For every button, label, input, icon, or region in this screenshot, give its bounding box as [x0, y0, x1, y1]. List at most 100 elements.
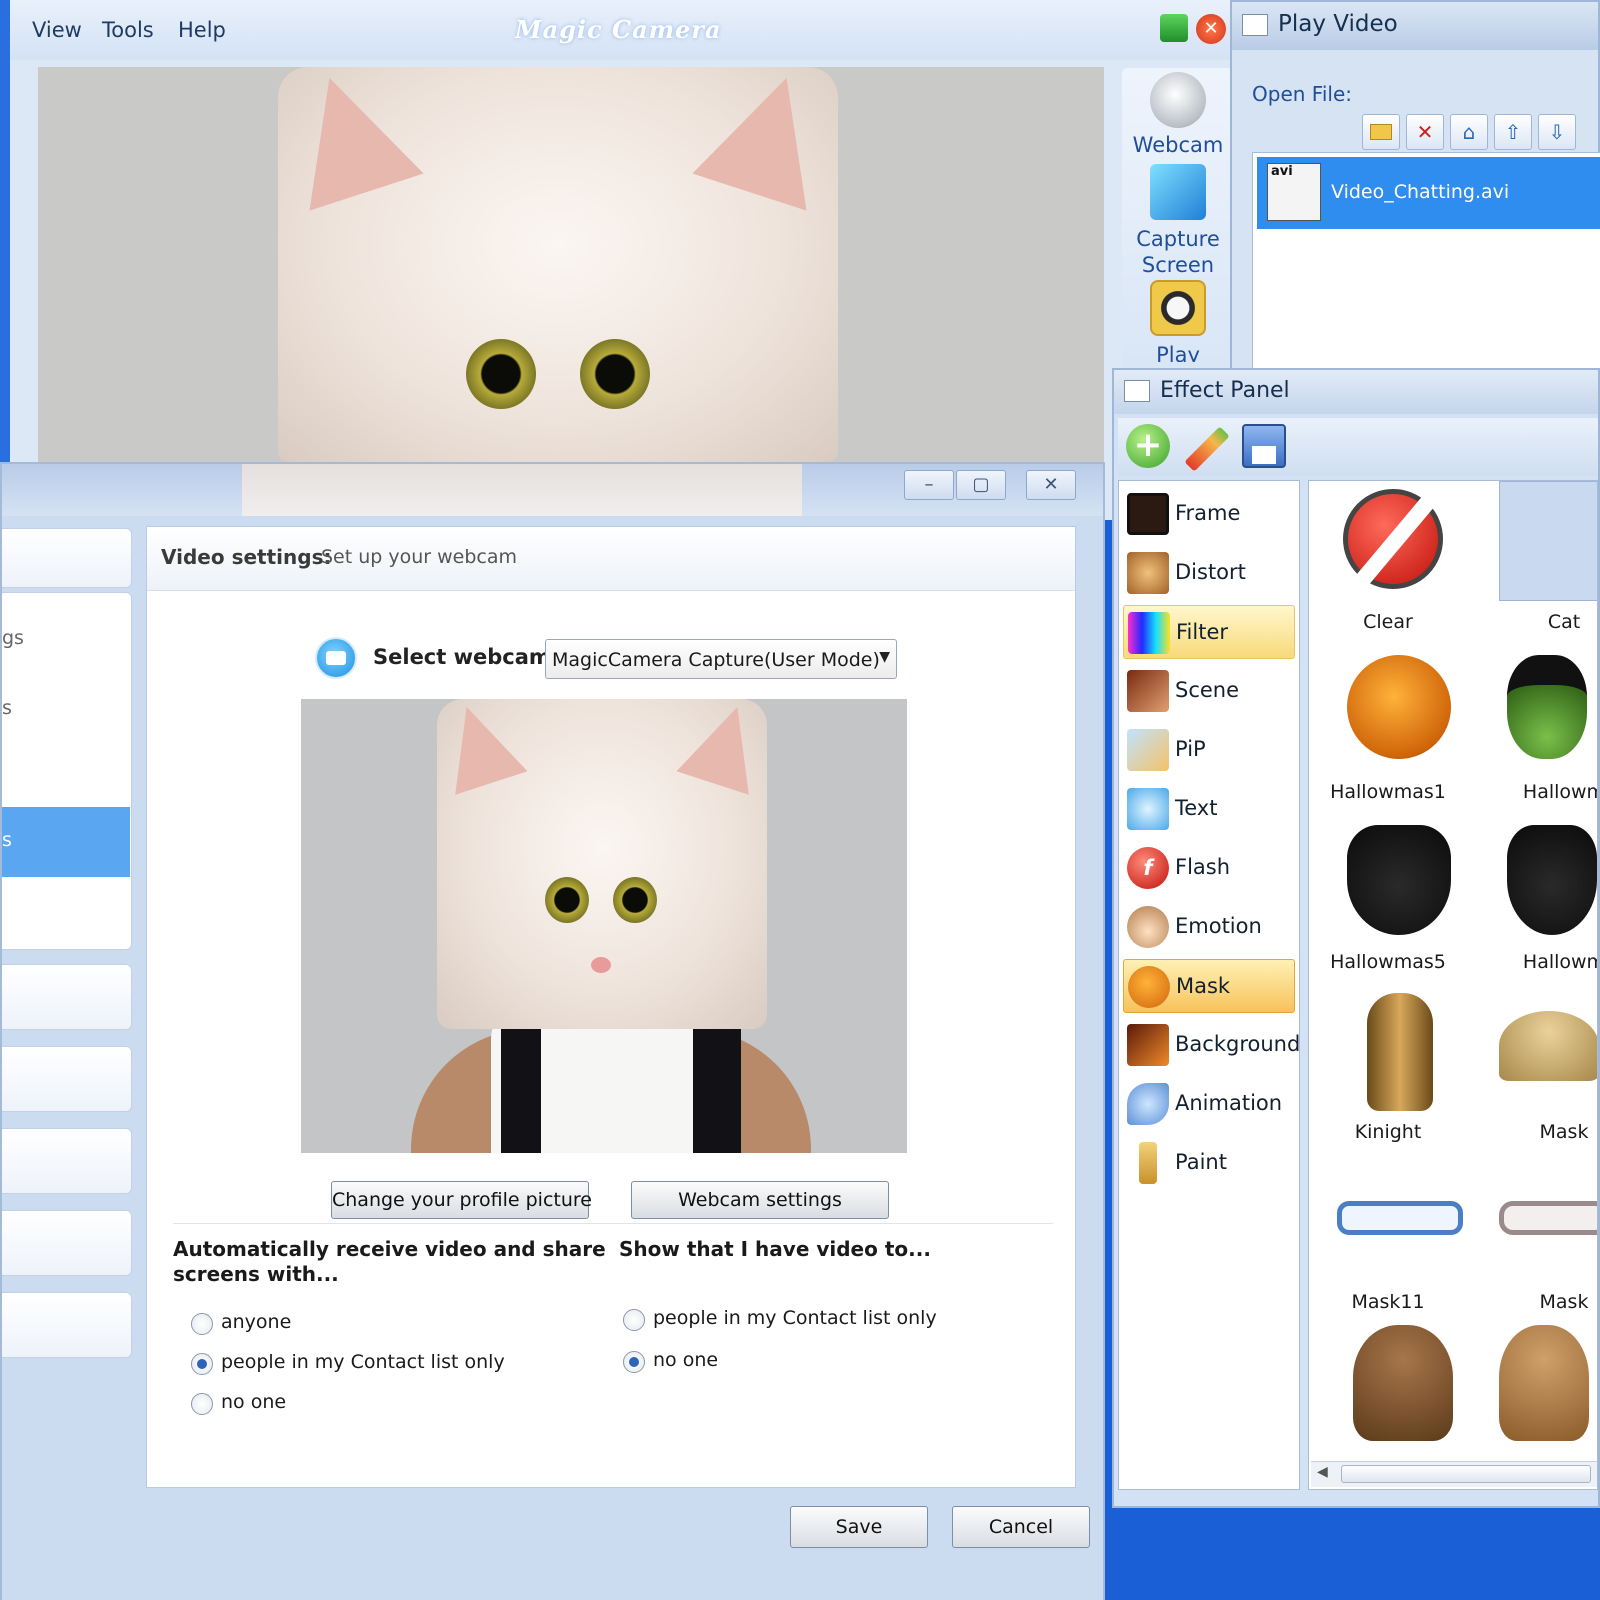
nav-block-3[interactable] — [2, 1128, 132, 1194]
tool-sidebar: Webcam Capture Screen Play — [1122, 68, 1234, 368]
radio-button[interactable] — [191, 1313, 213, 1335]
delete-icon[interactable]: ✕ — [1406, 114, 1444, 150]
maximize-button[interactable]: ▢ — [956, 470, 1006, 500]
effect-hallowmas2[interactable]: Hallowm — [1489, 651, 1597, 821]
cat-thumbnail — [1499, 481, 1597, 601]
black-cat-mask-icon — [1347, 825, 1451, 935]
magic-camera-titlebar: View Tools Help Magic Camera ✕ — [10, 0, 1245, 60]
nav-block-5[interactable] — [2, 1292, 132, 1358]
category-background[interactable]: Background — [1123, 1018, 1300, 1072]
save-disk-icon[interactable] — [1242, 424, 1286, 468]
menu-view[interactable]: View — [32, 18, 82, 42]
category-frame[interactable]: Frame — [1123, 487, 1295, 541]
play-tool-label[interactable]: Play — [1122, 342, 1234, 362]
cat-eye-left — [466, 339, 536, 409]
edit-pencil-icon[interactable] — [1184, 426, 1230, 472]
cancel-button[interactable]: Cancel — [952, 1506, 1090, 1548]
nav-block-1[interactable] — [2, 964, 132, 1030]
webcam-icon[interactable] — [1150, 72, 1206, 128]
avi-file-icon: avi — [1267, 163, 1321, 221]
effect-hallowmas6[interactable]: Hallowm — [1489, 821, 1597, 991]
save-icon[interactable]: ⌂ — [1450, 114, 1488, 150]
nav-block-2[interactable] — [2, 1046, 132, 1112]
effect-clear[interactable]: Clear — [1313, 481, 1463, 651]
close-icon[interactable]: ✕ — [1196, 14, 1226, 44]
webcam-select[interactable]: MagicCamera Capture(User Mode) ▼ — [545, 639, 897, 679]
witch-mask-icon — [1507, 655, 1587, 759]
webcam-preview — [301, 699, 907, 1153]
move-down-icon[interactable]: ⇩ — [1538, 114, 1576, 150]
pith-helmet-icon — [1499, 1011, 1597, 1081]
category-emotion[interactable]: Emotion — [1123, 900, 1295, 954]
scroll-left-icon[interactable]: ◀ — [1317, 1464, 1328, 1480]
move-up-icon[interactable]: ⇧ — [1494, 114, 1532, 150]
minimize-button[interactable]: – — [904, 470, 954, 500]
cat-mask-face — [272, 67, 844, 462]
category-paint[interactable]: Paint — [1123, 1136, 1295, 1190]
scrollbar-thumb[interactable] — [1341, 1465, 1591, 1483]
add-icon[interactable]: + — [1126, 424, 1170, 468]
change-profile-picture-button[interactable]: Change your profile picture — [331, 1181, 592, 1219]
film-reel-icon[interactable] — [1150, 280, 1206, 336]
effect-mask11[interactable]: Mask11 — [1313, 1161, 1463, 1331]
radio-button-checked[interactable] — [623, 1351, 645, 1373]
horizontal-scrollbar[interactable]: ◀ — [1311, 1461, 1597, 1487]
background-icon — [1127, 1024, 1169, 1066]
select-webcam-label: Select webcam: — [373, 645, 560, 669]
video-settings-panel: Video settings: Set up your webcam Selec… — [146, 526, 1076, 1488]
effect-hallowmas1[interactable]: Hallowmas1 — [1313, 651, 1463, 821]
category-animation[interactable]: Animation — [1123, 1077, 1295, 1131]
category-flash[interactable]: f Flash — [1123, 841, 1295, 895]
effect-hallowmas5[interactable]: Hallowmas5 — [1313, 821, 1463, 991]
effect-toolbar: + — [1118, 418, 1598, 476]
chevron-down-icon[interactable]: ▼ — [879, 649, 890, 665]
paint-brush-icon — [1139, 1142, 1157, 1184]
cat-eye-right — [580, 339, 650, 409]
capture-screen-icon[interactable] — [1150, 164, 1206, 220]
panel-title: Video settings: — [161, 545, 332, 569]
video-settings-dialog: – ▢ ✕ gs s s Video settings: Set up your… — [0, 462, 1105, 1600]
radio-button[interactable] — [191, 1393, 213, 1415]
webcam-settings-button[interactable]: Webcam settings — [631, 1181, 889, 1219]
effect-mask-glasses[interactable]: Mask — [1489, 1161, 1597, 1331]
nav-block-4[interactable] — [2, 1210, 132, 1276]
effect-mask-hat[interactable]: Mask — [1489, 991, 1597, 1161]
video-file-name: Video_Chatting.avi — [1331, 181, 1510, 203]
knight-helmet-icon — [1367, 993, 1433, 1111]
screen-tool-label[interactable]: Screen — [1122, 252, 1234, 279]
close-button[interactable]: ✕ — [1026, 470, 1076, 500]
frame-icon — [1127, 493, 1169, 535]
text-icon — [1127, 788, 1169, 830]
category-filter[interactable]: Filter — [1123, 605, 1295, 659]
nav-item-settings[interactable]: gs — [2, 627, 24, 649]
pip-icon — [1127, 729, 1169, 771]
clear-icon — [1343, 489, 1443, 589]
effect-panel-window: Effect Panel + Frame Distort Filter Scen… — [1112, 368, 1600, 1508]
category-text[interactable]: Text — [1123, 782, 1295, 836]
effect-panel-title: Effect Panel — [1160, 378, 1290, 403]
category-scene[interactable]: Scene — [1123, 664, 1295, 718]
distort-icon — [1127, 552, 1169, 594]
radio-button-checked[interactable] — [191, 1353, 213, 1375]
effect-category-list: Frame Distort Filter Scene PiP Text f Fla… — [1118, 480, 1300, 1490]
show-video-title: Show that I have video to... — [619, 1237, 931, 1261]
effect-cat[interactable]: Cat — [1489, 481, 1597, 651]
category-pip[interactable]: PiP — [1123, 723, 1295, 777]
menu-help[interactable]: Help — [178, 18, 226, 42]
category-distort[interactable]: Distort — [1123, 546, 1295, 600]
minimize-to-tray-icon[interactable] — [1160, 14, 1188, 42]
folder-open-icon[interactable] — [1362, 114, 1400, 150]
webcam-tool-label[interactable]: Webcam — [1122, 132, 1234, 159]
video-file-item[interactable]: avi Video_Chatting.avi — [1257, 157, 1600, 229]
nav-item-selected[interactable]: s — [2, 807, 130, 877]
nav-item-2[interactable]: s — [2, 697, 12, 719]
category-mask[interactable]: Mask — [1123, 959, 1295, 1013]
video-file-list[interactable]: avi Video_Chatting.avi — [1252, 152, 1600, 372]
emotion-icon — [1127, 906, 1169, 948]
save-button[interactable]: Save — [790, 1506, 928, 1548]
capture-tool-label[interactable]: Capture — [1122, 226, 1234, 253]
app-title: Magic Camera — [515, 15, 722, 44]
radio-button[interactable] — [623, 1309, 645, 1331]
menu-tools[interactable]: Tools — [102, 18, 154, 42]
effect-kinight[interactable]: Kinight — [1313, 991, 1463, 1161]
